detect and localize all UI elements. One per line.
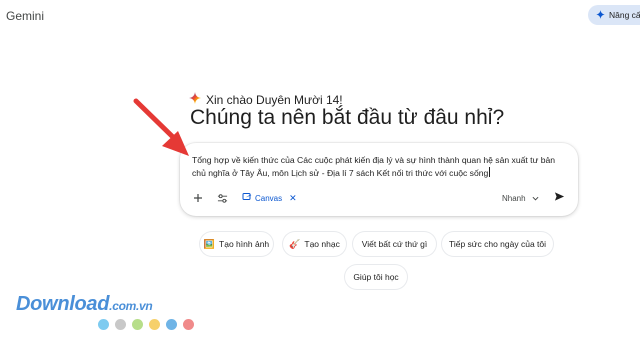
watermark-logo: Download.com.vn bbox=[16, 293, 153, 316]
watermark-dot bbox=[98, 319, 109, 330]
watermark-dot bbox=[132, 319, 143, 330]
watermark-dots bbox=[98, 319, 194, 330]
watermark-brand: Download bbox=[16, 293, 110, 315]
watermark-dot bbox=[149, 319, 160, 330]
watermark-dot bbox=[183, 319, 194, 330]
watermark-suffix: .com.vn bbox=[109, 299, 153, 313]
watermark-dot bbox=[166, 319, 177, 330]
watermark-dot bbox=[115, 319, 126, 330]
